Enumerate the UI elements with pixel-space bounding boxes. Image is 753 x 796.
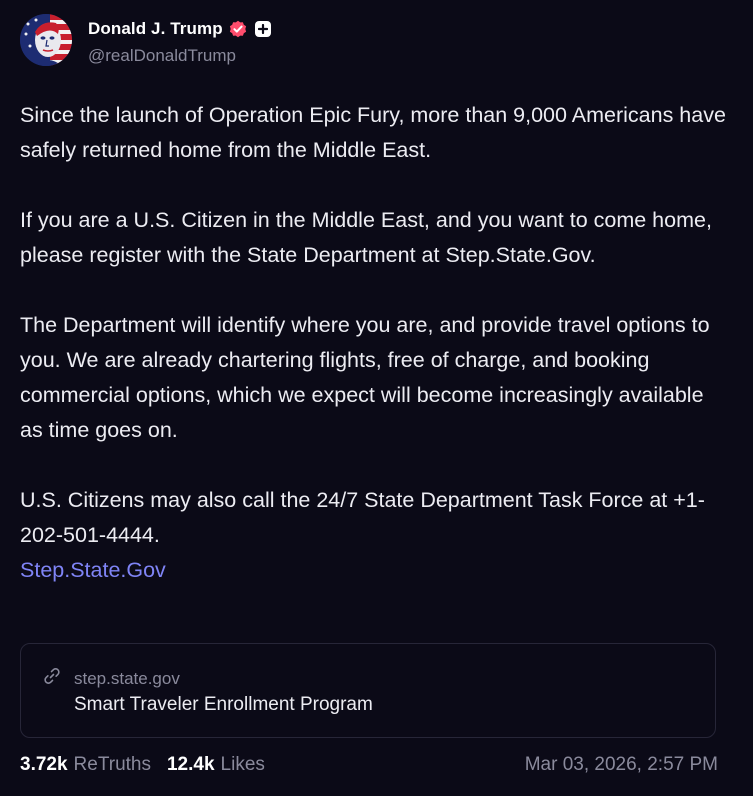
link-icon <box>42 666 62 691</box>
name-row: Donald J. Trump <box>88 18 271 40</box>
author-handle[interactable]: @realDonaldTrump <box>88 46 271 66</box>
retruths-stat[interactable]: 3.72k ReTruths <box>20 754 151 776</box>
verified-badge-icon <box>229 20 247 38</box>
post-paragraph: The Department will identify where you a… <box>20 313 716 442</box>
truth-post: Donald J. Trump @realDonaldTrump Since t… <box>0 0 753 796</box>
post-body: Since the launch of Operation Epic Fury,… <box>20 98 732 588</box>
portrait-flag-avatar-image <box>20 14 72 66</box>
likes-count: 12.4k <box>166 754 215 775</box>
post-timestamp[interactable]: Mar 03, 2026, 2:57 PM <box>525 754 718 776</box>
post-paragraph: Since the launch of Operation Epic Fury,… <box>20 103 732 162</box>
avatar[interactable] <box>20 14 72 66</box>
retruths-count: 3.72k <box>20 754 68 775</box>
card-domain-row: step.state.gov <box>42 666 180 691</box>
display-name[interactable]: Donald J. Trump <box>88 19 223 39</box>
post-paragraph: If you are a U.S. Citizen in the Middle … <box>20 208 718 267</box>
plus-badge-icon <box>254 21 271 37</box>
card-title: Smart Traveler Enrollment Program <box>74 694 373 715</box>
link-preview-card[interactable]: step.state.gov Smart Traveler Enrollment… <box>20 643 716 738</box>
post-header: Donald J. Trump @realDonaldTrump <box>20 14 271 68</box>
likes-label: Likes <box>220 754 265 775</box>
post-footer: 3.72k ReTruths 12.4k Likes Mar 03, 2026,… <box>20 753 718 777</box>
likes-stat[interactable]: 12.4k Likes <box>167 754 265 776</box>
retruths-label: ReTruths <box>73 754 151 775</box>
post-link[interactable]: Step.State.Gov <box>20 558 166 582</box>
card-domain: step.state.gov <box>74 668 180 688</box>
post-paragraph: U.S. Citizens may also call the 24/7 Sta… <box>20 488 705 547</box>
author-names: Donald J. Trump @realDonaldTrump <box>88 18 271 66</box>
